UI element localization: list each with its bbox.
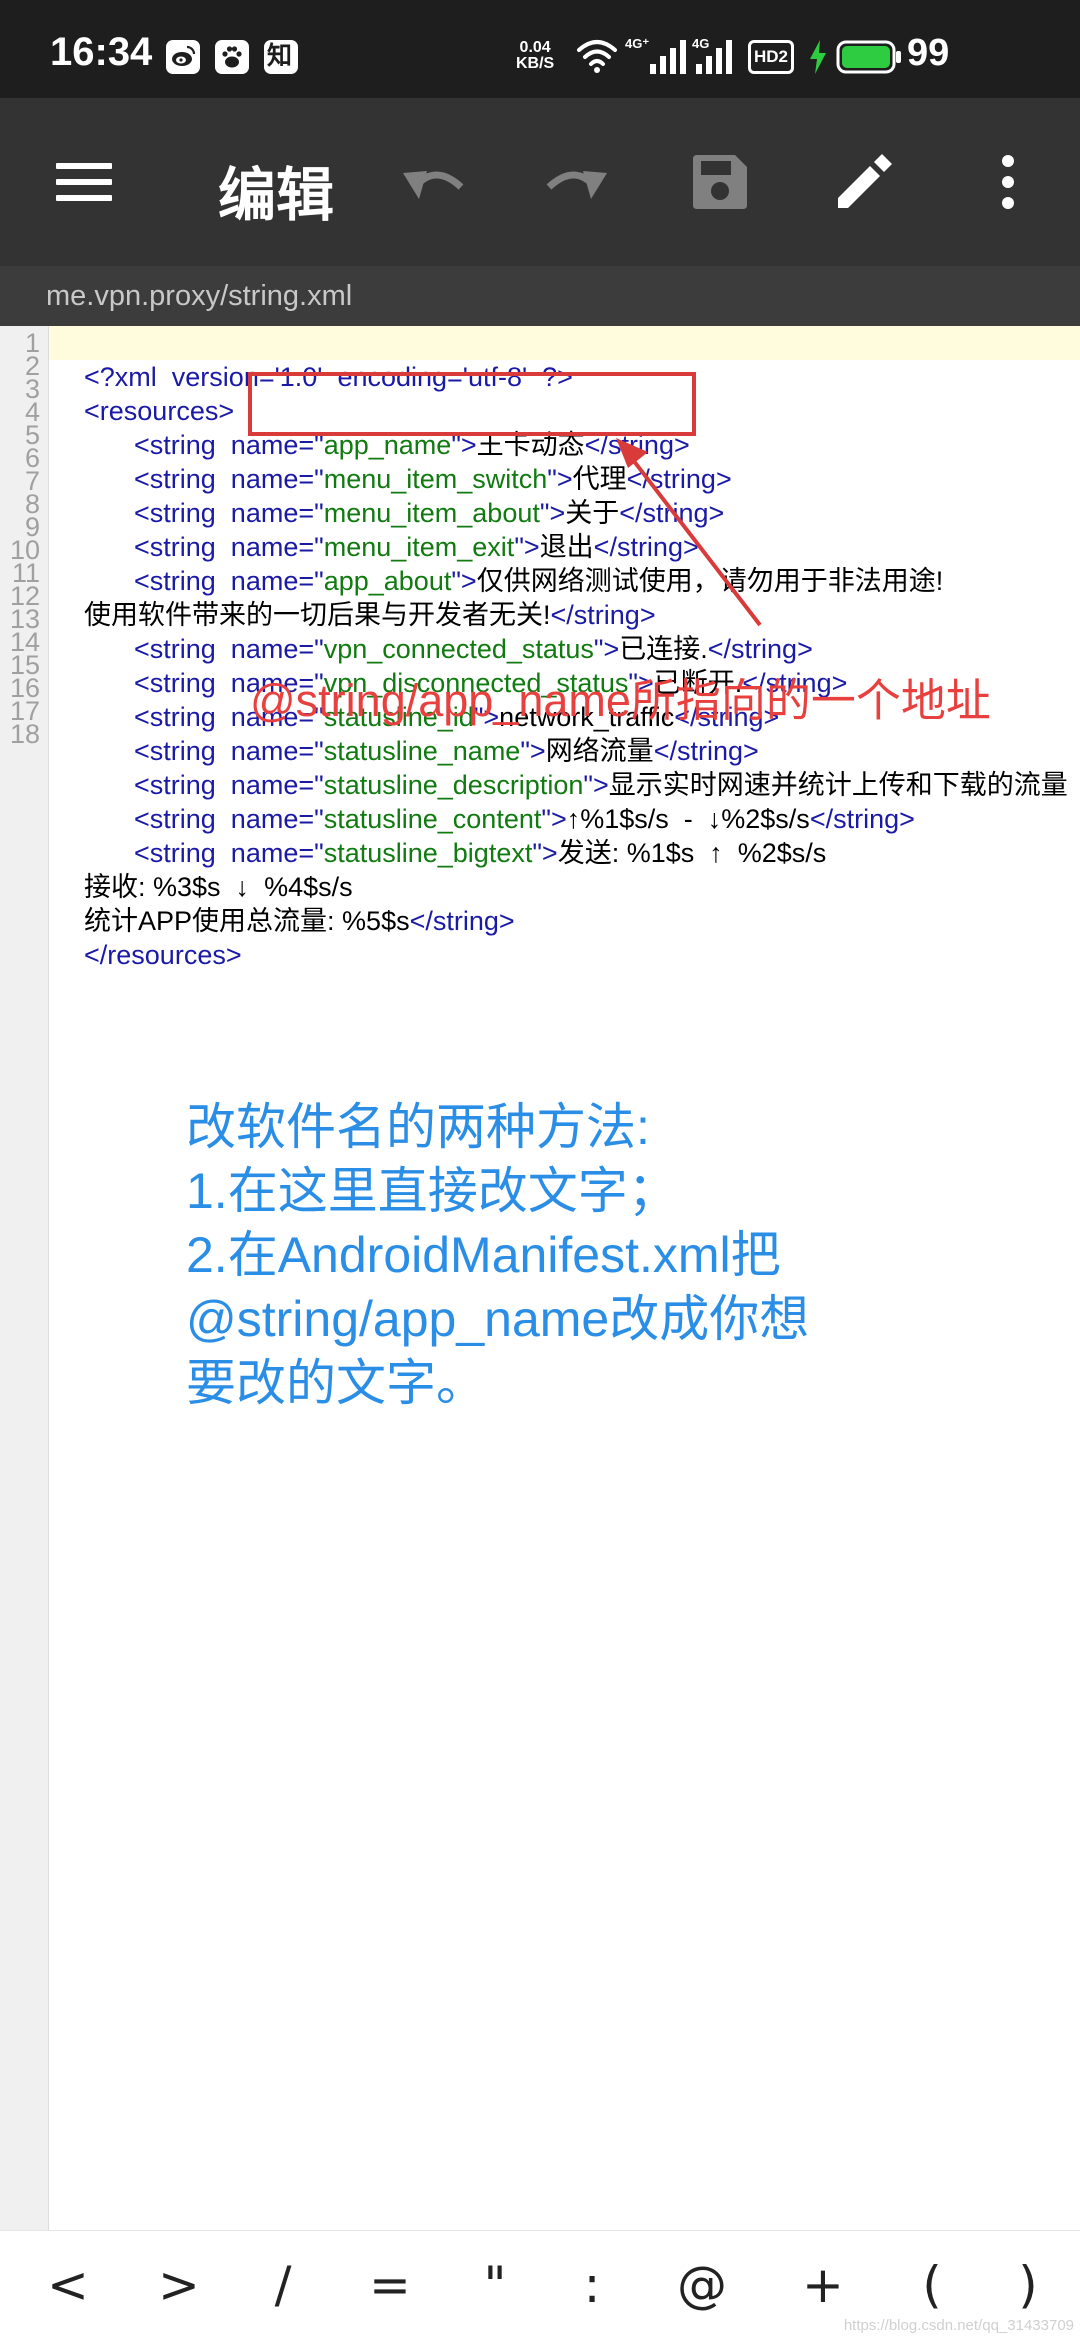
symbol-key-close-paren[interactable]: )	[988, 2245, 1068, 2325]
method-annotation-line: 要改的文字。	[186, 1355, 486, 1411]
method-annotation-line: 改软件名的两种方法:	[186, 1099, 650, 1155]
symbol-key-at[interactable]: @	[662, 2245, 742, 2325]
symbol-key-equals[interactable]: =	[350, 2245, 430, 2325]
method-annotation: 改软件名的两种方法: 1.在这里直接改文字； 2.在AndroidManifes…	[186, 1095, 809, 1415]
method-annotation-line: 1.在这里直接改文字；	[186, 1163, 678, 1219]
symbol-key-greater-than[interactable]: >	[139, 2245, 219, 2325]
symbol-key-quote[interactable]: "	[455, 2245, 535, 2325]
method-annotation-line: @string/app_name改成你想	[186, 1291, 810, 1347]
pointer-annotation: @string/app_name所指向的一个地址	[250, 675, 991, 726]
symbol-key-plus[interactable]: +	[783, 2245, 863, 2325]
watermark: https://blog.csdn.net/qq_31433709	[843, 2317, 1074, 2334]
symbol-input-bar: < > / = " : @ + ( ) https://blog.csdn.ne…	[0, 2230, 1080, 2340]
symbol-key-less-than[interactable]: <	[28, 2245, 108, 2325]
symbol-key-slash[interactable]: /	[243, 2245, 323, 2325]
symbol-key-colon[interactable]: :	[552, 2245, 632, 2325]
method-annotation-line: 2.在AndroidManifest.xml把	[186, 1227, 781, 1283]
symbol-key-open-paren[interactable]: (	[892, 2245, 972, 2325]
